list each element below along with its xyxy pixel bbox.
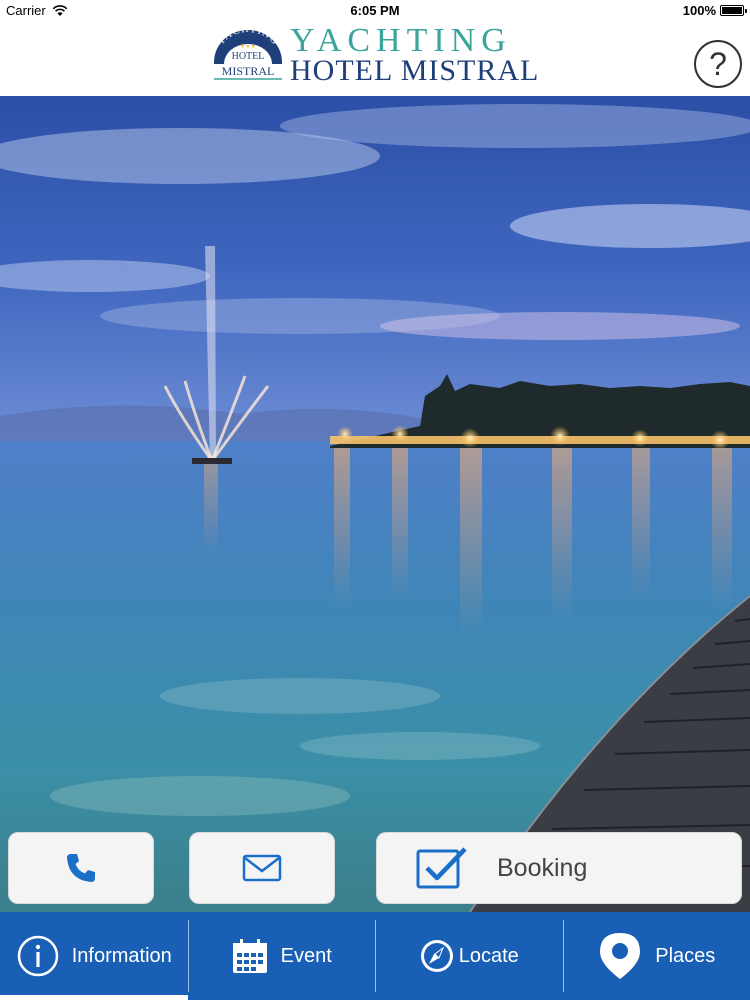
tab-places[interactable]: Places	[562, 912, 750, 1000]
bottom-tab-bar: Information Event Locate Places	[0, 912, 750, 1000]
booking-label: Booking	[497, 853, 588, 882]
calendar-icon	[231, 937, 269, 975]
hero-image	[0, 96, 750, 912]
phone-icon	[67, 854, 95, 882]
info-icon	[16, 934, 60, 978]
app-header: YACHTING ★★★ HOTEL MISTRAL YACHTING HOTE…	[0, 20, 750, 96]
status-battery-group: 100%	[682, 3, 747, 18]
booking-button[interactable]: Booking	[376, 832, 742, 904]
tab-places-label: Places	[655, 944, 716, 967]
tab-locate[interactable]: Locate	[375, 912, 563, 1000]
envelope-icon	[242, 854, 282, 882]
brand-title-line1: YACHTING	[290, 22, 512, 59]
logo-line1: HOTEL	[232, 51, 265, 62]
status-bar: Carrier 6:05 PM 100%	[0, 0, 750, 20]
tab-information-label: Information	[71, 944, 172, 967]
tab-event[interactable]: Event	[187, 912, 376, 1000]
logo-line2: MISTRAL	[222, 64, 275, 78]
battery-percent: 100%	[682, 3, 716, 18]
compass-icon	[419, 938, 455, 974]
call-button[interactable]	[8, 832, 154, 904]
svg-text:★★★: ★★★	[240, 43, 256, 50]
email-button[interactable]	[189, 832, 335, 904]
tab-event-label: Event	[280, 944, 332, 967]
status-time: 6:05 PM	[350, 3, 400, 18]
lake-dusk-scene	[0, 96, 750, 912]
checkbox-icon	[416, 847, 467, 889]
hotel-logo-badge: YACHTING ★★★ HOTEL MISTRAL	[212, 24, 284, 80]
tab-locate-label: Locate	[458, 944, 519, 967]
map-pin-icon	[597, 931, 643, 981]
help-button[interactable]: ?	[694, 40, 742, 88]
battery-icon	[720, 5, 747, 16]
tab-information[interactable]: Information	[0, 912, 188, 1000]
brand-title-line2: HOTEL MISTRAL	[290, 54, 540, 87]
